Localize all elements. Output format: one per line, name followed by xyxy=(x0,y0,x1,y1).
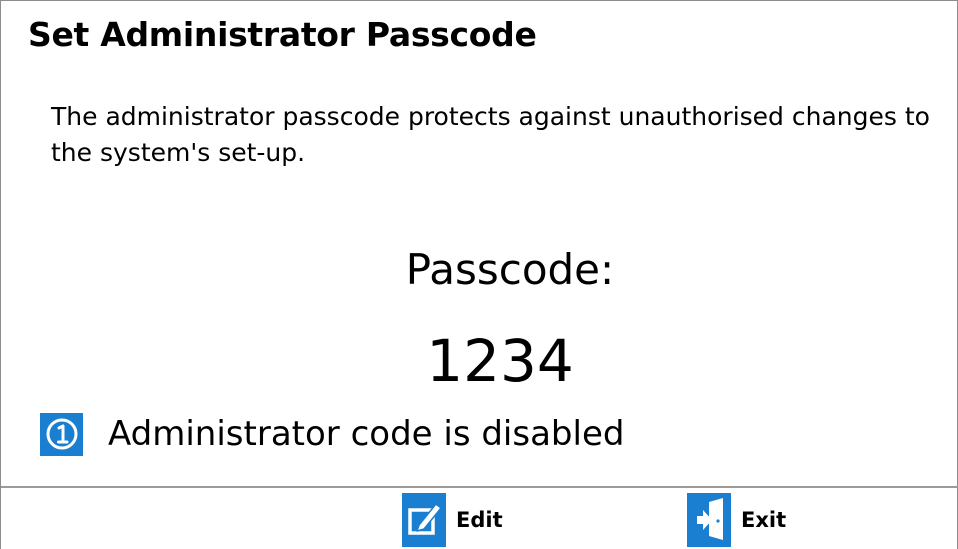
passcode-value: 1234 xyxy=(426,327,574,395)
passcode-screen: Set Administrator Passcode The administr… xyxy=(0,0,958,549)
info-circle-icon xyxy=(40,412,83,456)
page-title: Set Administrator Passcode xyxy=(28,15,537,54)
footer-divider xyxy=(1,486,957,488)
exit-door-icon xyxy=(687,493,731,547)
edit-button[interactable]: Edit xyxy=(402,491,503,549)
edit-pencil-icon xyxy=(402,493,446,547)
passcode-label: Passcode: xyxy=(405,245,615,294)
status-message: Administrator code is disabled xyxy=(108,414,625,454)
status-row: Administrator code is disabled xyxy=(40,411,624,457)
description-text: The administrator passcode protects agai… xyxy=(51,102,930,167)
exit-label: Exit xyxy=(741,508,787,532)
exit-button[interactable]: Exit xyxy=(687,491,786,549)
edit-label: Edit xyxy=(456,508,503,532)
